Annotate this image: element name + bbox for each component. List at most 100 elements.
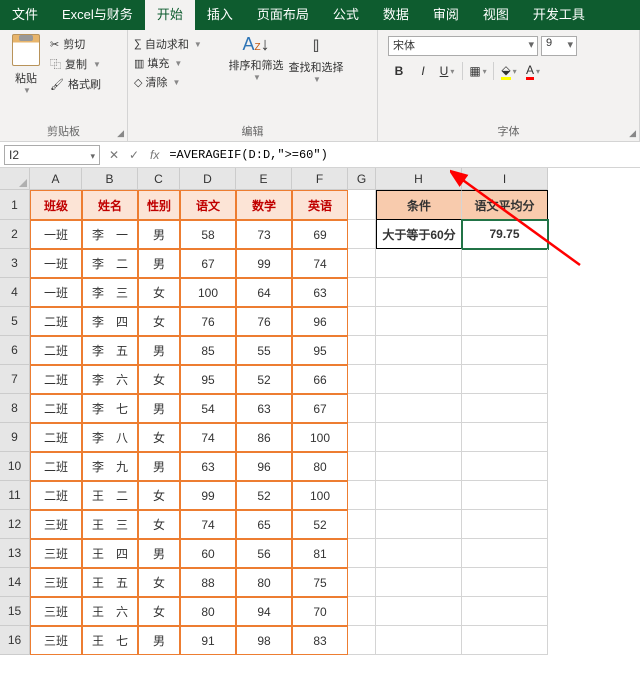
cell-class[interactable]: 三班 bbox=[30, 510, 82, 539]
paste-button[interactable]: 粘贴 ▼ bbox=[6, 34, 46, 95]
cell-class[interactable]: 一班 bbox=[30, 249, 82, 278]
col-header[interactable]: H bbox=[376, 168, 462, 190]
cell[interactable] bbox=[462, 510, 548, 539]
cell-chinese[interactable]: 74 bbox=[180, 423, 236, 452]
cell[interactable] bbox=[348, 190, 376, 220]
header-math[interactable]: 数学 bbox=[236, 190, 292, 220]
cell[interactable] bbox=[376, 539, 462, 568]
cell-chinese[interactable]: 95 bbox=[180, 365, 236, 394]
cell-gender[interactable]: 女 bbox=[138, 365, 180, 394]
cell-condition[interactable]: 大于等于60分 bbox=[376, 220, 462, 249]
cell-class[interactable]: 二班 bbox=[30, 423, 82, 452]
cell[interactable] bbox=[348, 365, 376, 394]
cell-class[interactable]: 二班 bbox=[30, 394, 82, 423]
tab-2[interactable]: 开始 bbox=[145, 0, 195, 30]
cell-english[interactable]: 74 bbox=[292, 249, 348, 278]
dialog-launcher-icon[interactable]: ◢ bbox=[117, 128, 124, 139]
cell-gender[interactable]: 女 bbox=[138, 423, 180, 452]
cell-gender[interactable]: 男 bbox=[138, 220, 180, 249]
italic-button[interactable]: I bbox=[412, 60, 434, 82]
cell-english[interactable]: 95 bbox=[292, 336, 348, 365]
copy-button[interactable]: ⿻复制▼ bbox=[50, 56, 101, 72]
header-avg[interactable]: 语文平均分 bbox=[462, 190, 548, 220]
cell-gender[interactable]: 男 bbox=[138, 452, 180, 481]
cell[interactable] bbox=[462, 307, 548, 336]
accept-formula-button[interactable]: ✓ bbox=[124, 148, 144, 162]
col-header[interactable]: F bbox=[292, 168, 348, 190]
row-header[interactable]: 11 bbox=[0, 481, 30, 510]
cell[interactable] bbox=[462, 568, 548, 597]
cell[interactable] bbox=[376, 626, 462, 655]
col-header[interactable]: E bbox=[236, 168, 292, 190]
cell-name[interactable]: 王 五 bbox=[82, 568, 138, 597]
cell-gender[interactable]: 男 bbox=[138, 336, 180, 365]
tab-7[interactable]: 审阅 bbox=[421, 0, 471, 30]
cell-class[interactable]: 二班 bbox=[30, 307, 82, 336]
row-header[interactable]: 1 bbox=[0, 190, 30, 220]
cell[interactable] bbox=[348, 452, 376, 481]
cell-chinese[interactable]: 80 bbox=[180, 597, 236, 626]
cancel-formula-button[interactable]: ✕ bbox=[104, 148, 124, 162]
tab-6[interactable]: 数据 bbox=[371, 0, 421, 30]
cell[interactable] bbox=[462, 249, 548, 278]
cell-name[interactable]: 李 七 bbox=[82, 394, 138, 423]
cell-class[interactable]: 二班 bbox=[30, 336, 82, 365]
cell-name[interactable]: 李 六 bbox=[82, 365, 138, 394]
cell-english[interactable]: 81 bbox=[292, 539, 348, 568]
row-header[interactable]: 14 bbox=[0, 568, 30, 597]
cell-avg-result[interactable]: 79.75 bbox=[462, 220, 548, 249]
row-header[interactable]: 3 bbox=[0, 249, 30, 278]
header-class[interactable]: 班级 bbox=[30, 190, 82, 220]
cell-math[interactable]: 64 bbox=[236, 278, 292, 307]
cell-math[interactable]: 94 bbox=[236, 597, 292, 626]
cell[interactable] bbox=[462, 452, 548, 481]
cell[interactable] bbox=[348, 423, 376, 452]
cell-class[interactable]: 二班 bbox=[30, 452, 82, 481]
cut-button[interactable]: ✂剪切 bbox=[50, 36, 101, 52]
cell[interactable] bbox=[376, 394, 462, 423]
cell-chinese[interactable]: 76 bbox=[180, 307, 236, 336]
cell-gender[interactable]: 男 bbox=[138, 626, 180, 655]
tab-4[interactable]: 页面布局 bbox=[245, 0, 321, 30]
cell-chinese[interactable]: 85 bbox=[180, 336, 236, 365]
header-gender[interactable]: 性别 bbox=[138, 190, 180, 220]
fill-button[interactable]: ▥填充▼ bbox=[134, 55, 226, 71]
cell[interactable] bbox=[376, 423, 462, 452]
cell-name[interactable]: 李 五 bbox=[82, 336, 138, 365]
cell[interactable] bbox=[376, 510, 462, 539]
row-header[interactable]: 13 bbox=[0, 539, 30, 568]
format-painter-button[interactable]: 🖌格式刷 bbox=[50, 76, 101, 92]
cell[interactable] bbox=[462, 278, 548, 307]
clear-button[interactable]: ◇清除▼ bbox=[134, 74, 226, 90]
cell-english[interactable]: 83 bbox=[292, 626, 348, 655]
cell-chinese[interactable]: 67 bbox=[180, 249, 236, 278]
cell[interactable] bbox=[348, 336, 376, 365]
cell-english[interactable]: 100 bbox=[292, 481, 348, 510]
row-header[interactable]: 9 bbox=[0, 423, 30, 452]
row-header[interactable]: 8 bbox=[0, 394, 30, 423]
cell[interactable] bbox=[376, 365, 462, 394]
col-header[interactable]: G bbox=[348, 168, 376, 190]
cell[interactable] bbox=[348, 510, 376, 539]
cell[interactable] bbox=[348, 394, 376, 423]
header-english[interactable]: 英语 bbox=[292, 190, 348, 220]
col-header[interactable]: I bbox=[462, 168, 548, 190]
header-chinese[interactable]: 语文 bbox=[180, 190, 236, 220]
cell-chinese[interactable]: 60 bbox=[180, 539, 236, 568]
cell[interactable] bbox=[348, 539, 376, 568]
cell-name[interactable]: 李 一 bbox=[82, 220, 138, 249]
tab-1[interactable]: Excel与财务 bbox=[50, 0, 145, 30]
cell[interactable] bbox=[376, 481, 462, 510]
cell[interactable] bbox=[348, 307, 376, 336]
underline-button[interactable]: U▾ bbox=[436, 60, 458, 82]
cell-gender[interactable]: 女 bbox=[138, 510, 180, 539]
select-all-corner[interactable] bbox=[0, 168, 30, 190]
cell-chinese[interactable]: 63 bbox=[180, 452, 236, 481]
cell-english[interactable]: 100 bbox=[292, 423, 348, 452]
sort-filter-button[interactable]: AZ↓ 排序和筛选▼ bbox=[226, 34, 286, 90]
dialog-launcher-icon[interactable]: ◢ bbox=[629, 128, 636, 139]
cell[interactable] bbox=[376, 307, 462, 336]
cell-chinese[interactable]: 54 bbox=[180, 394, 236, 423]
cell-gender[interactable]: 男 bbox=[138, 249, 180, 278]
cell-math[interactable]: 56 bbox=[236, 539, 292, 568]
